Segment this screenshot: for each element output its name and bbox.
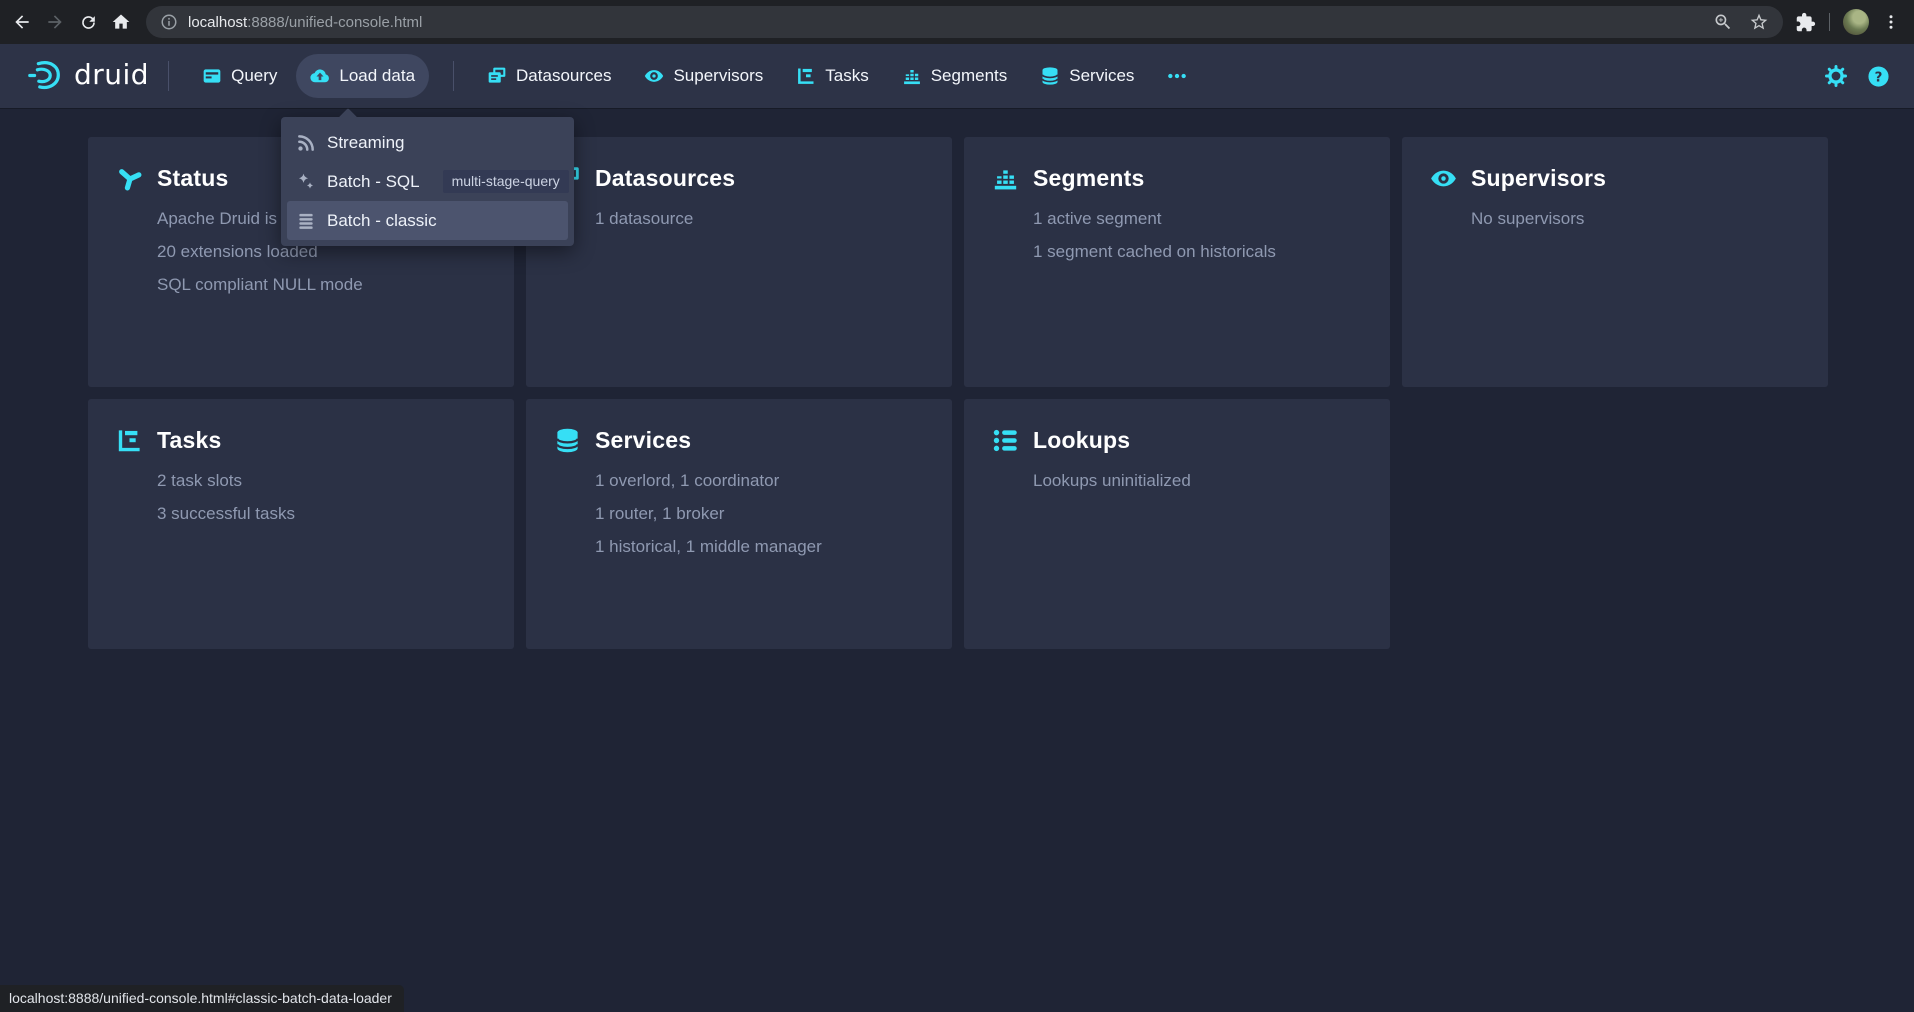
- extensions-icon[interactable]: [1795, 12, 1816, 33]
- card-lookups[interactable]: Lookups Lookups uninitialized: [964, 399, 1390, 649]
- card-detail-line: 1 router, 1 broker: [595, 504, 924, 524]
- menu-item-tag: multi-stage-query: [443, 170, 569, 194]
- th-list-icon: [296, 211, 316, 231]
- card-detail-line: 1 datasource: [595, 209, 924, 229]
- nav-item-query[interactable]: Query: [188, 54, 291, 98]
- streaming-icon: [296, 133, 316, 153]
- nav-item-label: Datasources: [516, 66, 611, 86]
- nav-item-label: Segments: [931, 66, 1008, 86]
- card-datasources[interactable]: Datasources 1 datasource: [526, 137, 952, 387]
- load-data-menu: StreamingBatch - SQLmulti-stage-queryBat…: [281, 117, 574, 246]
- card-detail-line: 2 task slots: [157, 471, 486, 491]
- card-title: Supervisors: [1471, 165, 1606, 192]
- status-icon: [116, 165, 143, 192]
- url-text: localhost:8888/unified-console.html: [188, 14, 422, 31]
- lookups-icon: [992, 427, 1019, 454]
- tasks-icon: [116, 427, 143, 454]
- zoom-icon[interactable]: [1713, 12, 1733, 32]
- url-path: :8888/unified-console.html: [247, 14, 422, 31]
- services-icon: [1040, 66, 1060, 86]
- nav-item-tasks[interactable]: Tasks: [782, 54, 882, 98]
- nav-item-datasources[interactable]: Datasources: [473, 54, 625, 98]
- nav-item-supervisors[interactable]: Supervisors: [630, 54, 777, 98]
- card-detail-line: 1 historical, 1 middle manager: [595, 537, 924, 557]
- card-detail-line: 1 active segment: [1033, 209, 1362, 229]
- load-data-icon: [310, 66, 330, 86]
- segments-icon: [992, 165, 1019, 192]
- card-title: Segments: [1033, 165, 1145, 192]
- menu-item-streaming[interactable]: Streaming: [287, 123, 568, 162]
- toolbar-separator: [1829, 13, 1830, 31]
- help-icon[interactable]: ?: [1867, 65, 1890, 88]
- query-icon: [202, 66, 222, 86]
- card-title: Datasources: [595, 165, 735, 192]
- druid-logo-icon: [26, 57, 64, 95]
- nav-divider: [453, 61, 454, 91]
- card-title: Status: [157, 165, 229, 192]
- card-detail-line: 1 segment cached on historicals: [1033, 242, 1362, 262]
- status-link-bubble: localhost:8888/unified-console.html#clas…: [0, 985, 404, 1012]
- menu-item-batch-classic[interactable]: Batch - classic: [287, 201, 568, 240]
- brand-name: druid: [74, 58, 149, 91]
- nav-item-services[interactable]: Services: [1026, 54, 1148, 98]
- menu-item-label: Streaming: [327, 133, 404, 153]
- card-detail-line: 3 successful tasks: [157, 504, 486, 524]
- card-title: Services: [595, 427, 691, 454]
- nav-divider: [168, 61, 169, 91]
- card-segments[interactable]: Segments 1 active segment 1 segment cached…: [964, 137, 1390, 387]
- reload-button[interactable]: [78, 12, 98, 32]
- card-services[interactable]: Services 1 overlord, 1 coordinator 1 route…: [526, 399, 952, 649]
- tasks-icon: [796, 66, 816, 86]
- card-detail-line: No supervisors: [1471, 209, 1800, 229]
- druid-logo[interactable]: druid: [26, 57, 149, 95]
- supervisors-icon: [644, 66, 664, 86]
- nav-item-label: Query: [231, 66, 277, 86]
- card-title: Lookups: [1033, 427, 1130, 454]
- datasources-icon: [487, 66, 507, 86]
- back-button[interactable]: [12, 12, 32, 32]
- card-tasks[interactable]: Tasks 2 task slots 3 successful tasks: [88, 399, 514, 649]
- menu-item-label: Batch - SQL: [327, 172, 420, 192]
- nav-item-load-data[interactable]: Load data: [296, 54, 429, 98]
- url-host: localhost: [188, 14, 247, 31]
- segments-icon: [902, 66, 922, 86]
- nav-item-more[interactable]: [1153, 54, 1201, 98]
- card-supervisors[interactable]: Supervisors No supervisors: [1402, 137, 1828, 387]
- nav-item-segments[interactable]: Segments: [888, 54, 1022, 98]
- card-detail-line: Lookups uninitialized: [1033, 471, 1362, 491]
- menu-item-batch-sql[interactable]: Batch - SQL multi-stage-query: [287, 162, 568, 201]
- more-icon: [1167, 66, 1187, 86]
- card-detail-line: 1 overlord, 1 coordinator: [595, 471, 924, 491]
- browser-toolbar: localhost:8888/unified-console.html: [0, 0, 1914, 44]
- forward-button[interactable]: [45, 12, 65, 32]
- home-button[interactable]: [111, 12, 131, 32]
- nav-item-label: Load data: [339, 66, 415, 86]
- profile-avatar[interactable]: [1843, 9, 1869, 35]
- nav-item-label: Supervisors: [673, 66, 763, 86]
- sparkles-icon: [296, 172, 316, 192]
- svg-text:?: ?: [1875, 70, 1883, 85]
- bookmark-star-icon[interactable]: [1749, 12, 1769, 32]
- site-info-icon[interactable]: [160, 13, 178, 31]
- card-title: Tasks: [157, 427, 222, 454]
- browser-menu-icon[interactable]: [1882, 13, 1900, 31]
- nav-item-label: Services: [1069, 66, 1134, 86]
- supervisors-icon: [1430, 165, 1457, 192]
- nav-item-label: Tasks: [825, 66, 868, 86]
- address-bar[interactable]: localhost:8888/unified-console.html: [146, 6, 1783, 38]
- druid-navbar: druid Query Load data Datasources Supervis…: [0, 44, 1914, 108]
- menu-item-label: Batch - classic: [327, 211, 437, 231]
- services-icon: [554, 427, 581, 454]
- card-detail-line: SQL compliant NULL mode: [157, 275, 486, 295]
- settings-gear-icon[interactable]: [1825, 65, 1847, 87]
